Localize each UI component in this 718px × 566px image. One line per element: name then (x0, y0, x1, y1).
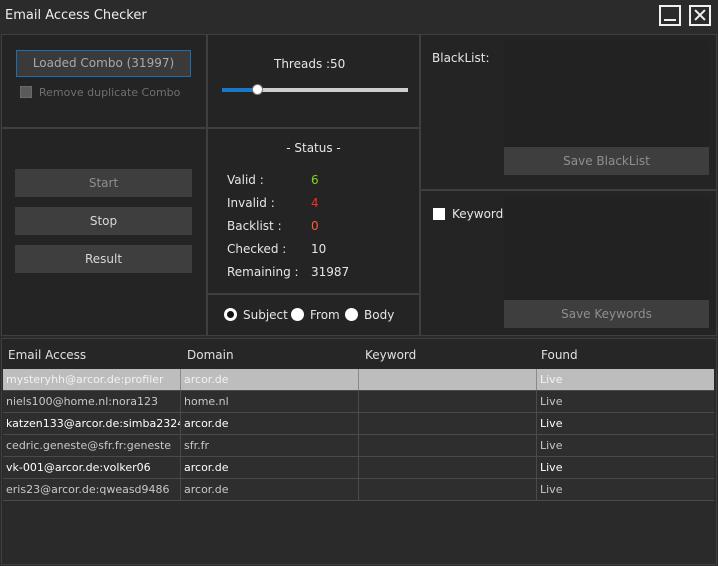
keywords-label: Keywords (452, 207, 510, 221)
column-header-keyword[interactable]: Keyword (365, 348, 416, 362)
column-header-found[interactable]: Found (541, 348, 578, 362)
blacklist-panel: BlackList: Save BlackList (420, 34, 717, 190)
threads-slider[interactable] (222, 84, 408, 95)
radio-from[interactable] (291, 308, 304, 321)
start-button[interactable]: Start (15, 169, 192, 197)
email-cell: eris23@arcor.de:qweasd9486 (3, 479, 181, 500)
status-valid-value: 6 (311, 173, 319, 187)
found-cell: Live (540, 417, 563, 430)
table-row[interactable]: niels100@home.nl:nora123 home.nl Live (3, 391, 714, 413)
found-cell: Live (540, 483, 563, 496)
blacklist-textarea[interactable] (504, 41, 709, 147)
status-panel: - Status - Valid : 6 Invalid : 4 Backlis… (207, 128, 420, 294)
domain-cell: arcor.de (181, 413, 359, 434)
domain-cell: sfr.fr (181, 435, 359, 456)
table-row[interactable]: vk-001@arcor.de:volker06 arcor.de Live (3, 457, 714, 479)
keyword-cell (359, 369, 537, 390)
window-title: Email Access Checker (5, 8, 147, 23)
table-row[interactable]: cedric.geneste@sfr.fr:geneste sfr.fr Liv… (3, 435, 714, 457)
radio-body-label: Body (364, 308, 395, 322)
keywords-textarea[interactable] (504, 197, 709, 300)
keyword-cell (359, 479, 537, 500)
status-checked-label: Checked : (227, 242, 287, 256)
close-icon[interactable] (689, 5, 711, 26)
status-invalid-label: Invalid : (227, 196, 275, 210)
radio-from-label: From (310, 308, 340, 322)
status-invalid-value: 4 (311, 196, 319, 210)
minimize-icon[interactable] (659, 5, 681, 26)
email-cell: katzen133@arcor.de:simba2324 (3, 413, 181, 434)
table-header: Email Access Domain Keyword Found (2, 339, 716, 369)
status-checked-value: 10 (311, 242, 327, 256)
keyword-cell (359, 457, 537, 478)
radio-body[interactable] (345, 308, 358, 321)
remove-duplicate-label: Remove duplicate Combo (39, 86, 181, 99)
radio-subject[interactable] (224, 308, 237, 321)
blacklist-label: BlackList: (432, 51, 490, 65)
domain-cell: home.nl (181, 391, 359, 412)
email-cell: mysteryhh@arcor.de:profiler (3, 369, 181, 390)
stop-button[interactable]: Stop (15, 207, 192, 235)
load-combo-button[interactable]: Loaded Combo (31997) (16, 50, 191, 77)
domain-cell: arcor.de (181, 369, 359, 390)
column-header-email[interactable]: Email Access (8, 348, 86, 362)
found-cell: Live (540, 395, 563, 408)
keywords-panel: Keywords Save Keywords (420, 190, 717, 336)
found-cell: Live (540, 461, 563, 474)
save-blacklist-button[interactable]: Save BlackList (504, 147, 709, 175)
threads-slider-thumb[interactable] (252, 84, 264, 95)
threads-label: Threads : (274, 57, 331, 71)
status-backlist-label: Backlist : (227, 219, 282, 233)
result-button[interactable]: Result (15, 245, 192, 273)
table-row[interactable]: eris23@arcor.de:qweasd9486 arcor.de Live (3, 479, 714, 501)
found-cell: Live (540, 373, 563, 386)
results-table: Email Access Domain Keyword Found myster… (1, 338, 717, 565)
filter-panel: Subject From Body (207, 294, 420, 336)
threads-panel: Threads : 50 (207, 34, 420, 128)
domain-cell: arcor.de (181, 479, 359, 500)
email-cell: vk-001@arcor.de:volker06 (3, 457, 181, 478)
save-keywords-button[interactable]: Save Keywords (504, 300, 709, 328)
status-title: - Status - (286, 141, 341, 155)
keyword-cell (359, 413, 537, 434)
domain-cell: arcor.de (181, 457, 359, 478)
remove-duplicate-checkbox[interactable] (20, 86, 32, 98)
email-cell: cedric.geneste@sfr.fr:geneste (3, 435, 181, 456)
email-cell: niels100@home.nl:nora123 (3, 391, 181, 412)
threads-value: 50 (330, 57, 346, 71)
title-bar: Email Access Checker (0, 0, 718, 32)
table-row[interactable]: katzen133@arcor.de:simba2324 arcor.de Li… (3, 413, 714, 435)
keywords-checkbox[interactable] (433, 208, 445, 220)
status-remaining-label: Remaining : (227, 265, 299, 279)
found-cell: Live (540, 439, 563, 452)
table-row[interactable]: mysteryhh@arcor.de:profiler arcor.de Liv… (3, 369, 714, 391)
actions-panel: Start Stop Result (1, 128, 207, 336)
status-backlist-value: 0 (311, 219, 319, 233)
status-valid-label: Valid : (227, 173, 264, 187)
column-header-domain[interactable]: Domain (187, 348, 234, 362)
status-remaining-value: 31987 (311, 265, 350, 279)
keyword-cell (359, 435, 537, 456)
combo-panel: Loaded Combo (31997) Remove duplicate Co… (1, 34, 207, 128)
radio-subject-label: Subject (243, 308, 288, 322)
keyword-cell (359, 391, 537, 412)
